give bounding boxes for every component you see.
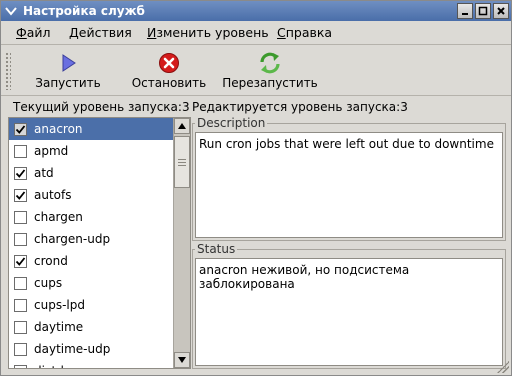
stop-label: Остановить — [131, 76, 207, 90]
editing-runlevel: Редактируется уровень запуска:3 — [192, 100, 408, 114]
menu-file[interactable]: Файл — [16, 26, 51, 40]
service-checkbox[interactable] — [14, 255, 27, 268]
restart-button[interactable]: Перезапустить — [221, 50, 319, 94]
service-checkbox[interactable] — [14, 321, 27, 334]
status-label: Status — [195, 242, 238, 256]
scroll-down-button[interactable] — [174, 352, 190, 368]
service-row[interactable]: dictd — [9, 360, 173, 368]
service-checkbox[interactable] — [14, 365, 27, 368]
window-menu-icon[interactable] — [3, 3, 19, 19]
service-name: autofs — [34, 188, 72, 202]
service-name: atd — [34, 166, 54, 180]
service-row[interactable]: cups-lpd — [9, 294, 173, 316]
checkmark-icon — [15, 257, 26, 266]
menu-change-level[interactable]: Изменить уровень — [147, 26, 269, 40]
service-list: anacron apmd atd autofs chargen chargen-udp cr… — [8, 117, 191, 369]
service-row[interactable]: daytime-udp — [9, 338, 173, 360]
description-label: Description — [195, 116, 268, 130]
service-list-rows: anacron apmd atd autofs chargen chargen-udp cr… — [9, 118, 173, 368]
runlevel-bar: Текущий уровень запуска:3 Редактируется … — [1, 97, 511, 117]
service-checkbox[interactable] — [14, 167, 27, 180]
menu-bar: Файл Действия Изменить уровень Справка — [1, 21, 511, 45]
service-name: daytime — [34, 320, 84, 334]
description-frame: Description Run cron jobs that were left… — [192, 116, 506, 241]
scroll-thumb[interactable] — [174, 136, 190, 188]
service-checkbox[interactable] — [14, 299, 27, 312]
current-runlevel: Текущий уровень запуска:3 — [13, 100, 190, 114]
service-row[interactable]: chargen — [9, 206, 173, 228]
minimize-button[interactable] — [457, 3, 473, 19]
title-bar[interactable]: Настройка служб — [1, 1, 511, 21]
start-label: Запустить — [35, 76, 101, 90]
service-name: cups — [34, 276, 63, 290]
close-button[interactable] — [493, 3, 509, 19]
service-row[interactable]: chargen-udp — [9, 228, 173, 250]
checkmark-icon — [15, 169, 26, 178]
restart-icon — [260, 52, 280, 74]
service-checkbox[interactable] — [14, 233, 27, 246]
status-text: anacron неживой, но подсистема заблокиро… — [199, 263, 410, 291]
service-name: anacron — [34, 122, 83, 136]
service-row[interactable]: anacron — [9, 118, 173, 140]
service-row[interactable]: apmd — [9, 140, 173, 162]
checkmark-icon — [15, 191, 26, 200]
menu-actions[interactable]: Действия — [69, 26, 132, 40]
status-frame: Status anacron неживой, но подсистема за… — [192, 242, 506, 369]
menu-help[interactable]: Справка — [277, 26, 332, 40]
service-checkbox[interactable] — [14, 211, 27, 224]
arrow-down-icon — [178, 357, 186, 363]
arrow-up-icon — [178, 123, 186, 129]
service-checkbox[interactable] — [14, 277, 27, 290]
stop-button[interactable]: Остановить — [131, 50, 207, 94]
vertical-scrollbar[interactable] — [173, 118, 190, 368]
checkmark-icon — [15, 125, 26, 134]
service-row[interactable]: cups — [9, 272, 173, 294]
service-row[interactable]: crond — [9, 250, 173, 272]
service-name: cups-lpd — [34, 298, 85, 312]
service-checkbox[interactable] — [14, 145, 27, 158]
scroll-up-button[interactable] — [174, 118, 190, 134]
restart-label: Перезапустить — [222, 76, 318, 90]
toolbar-grip[interactable] — [5, 52, 11, 90]
service-checkbox[interactable] — [14, 189, 27, 202]
service-name: daytime-udp — [34, 342, 111, 356]
service-checkbox[interactable] — [14, 343, 27, 356]
start-button[interactable]: Запустить — [35, 50, 101, 94]
status-text-area[interactable]: anacron неживой, но подсистема заблокиро… — [195, 258, 503, 366]
service-name: chargen-udp — [34, 232, 111, 246]
description-text: Run cron jobs that were left out due to … — [199, 137, 494, 151]
service-name: crond — [34, 254, 68, 268]
service-name: apmd — [34, 144, 69, 158]
service-row[interactable]: atd — [9, 162, 173, 184]
service-checkbox[interactable] — [14, 123, 27, 136]
service-row[interactable]: autofs — [9, 184, 173, 206]
stop-icon — [159, 53, 179, 73]
toolbar: Запустить Остановить Перезапустить — [1, 46, 511, 96]
service-name: chargen — [34, 210, 83, 224]
resize-grip[interactable] — [497, 361, 509, 373]
services-window: Настройка служб Файл Действия Изменить у… — [0, 0, 512, 376]
play-icon — [62, 54, 76, 72]
window-title: Настройка служб — [23, 4, 145, 18]
maximize-button[interactable] — [475, 3, 491, 19]
service-name: dictd — [34, 364, 64, 368]
service-row[interactable]: daytime — [9, 316, 173, 338]
description-text-area[interactable]: Run cron jobs that were left out due to … — [195, 132, 503, 238]
